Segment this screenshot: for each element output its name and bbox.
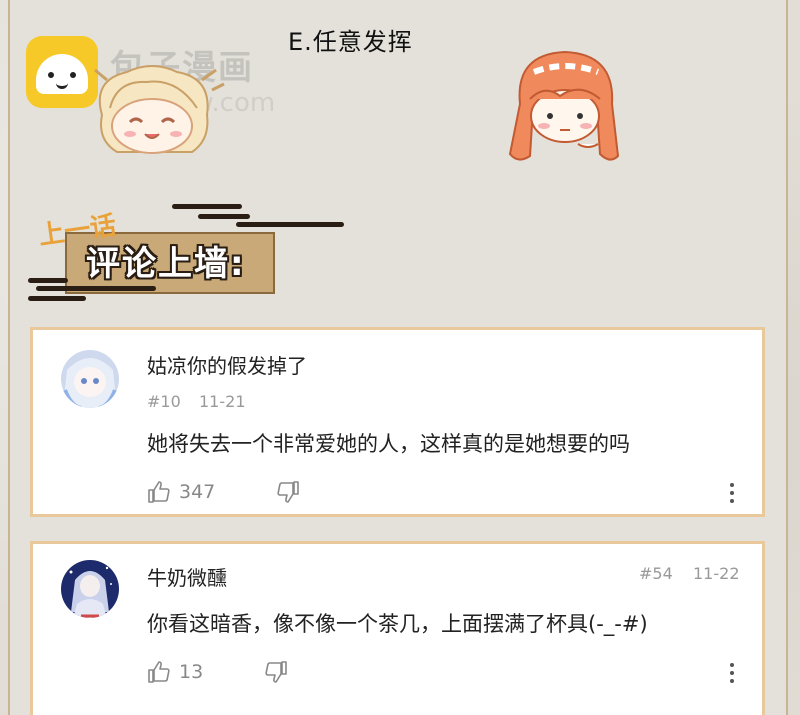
dislike-button[interactable] — [264, 660, 288, 684]
logo-eye-right — [70, 72, 76, 78]
like-count: 347 — [179, 481, 216, 503]
comment-date: 11-21 — [199, 392, 246, 411]
comment-text: 你看这暗香，像不像一个茶几，上面摆满了杯具(-_-#) — [147, 612, 648, 636]
banner-stroke — [28, 278, 68, 283]
comment-floor: #10 — [147, 392, 181, 411]
banner-title: 评论上墙: — [86, 244, 246, 284]
more-vertical-icon[interactable] — [730, 483, 734, 503]
comment-date: 11-22 — [693, 564, 740, 583]
dislike-button[interactable] — [276, 480, 300, 504]
thumbs-up-icon — [148, 481, 170, 503]
banner-stroke — [172, 204, 242, 209]
option-caption: E.任意发挥 — [288, 28, 413, 56]
like-count: 13 — [179, 661, 204, 683]
avatar-image — [61, 350, 119, 408]
chibi-orange-hair-illustration — [508, 50, 620, 161]
comment-username[interactable]: 牛奶微醺 — [147, 562, 227, 591]
more-vertical-icon[interactable] — [730, 663, 734, 683]
thumbs-up-icon — [148, 661, 170, 683]
banner-stroke — [28, 296, 86, 301]
thumbs-down-icon — [265, 661, 287, 683]
avatar-image — [61, 560, 119, 618]
comment-card: 牛奶微醺 #54 11-22 你看这暗香，像不像一个茶几，上面摆满了杯具(-_-… — [30, 541, 765, 715]
like-button[interactable]: 13 — [147, 660, 203, 684]
thumbs-down-icon — [277, 481, 299, 503]
comment-username[interactable]: 姑凉你的假发掉了 — [147, 350, 307, 379]
comment-floor: #54 — [639, 564, 673, 583]
avatar[interactable] — [61, 560, 119, 618]
chibi-blonde-illustration — [94, 65, 225, 154]
banner-stroke — [198, 214, 250, 219]
comment-text: 她将失去一个非常爱她的人，这样真的是她想要的吗 — [147, 432, 630, 456]
banner-stroke — [236, 222, 344, 227]
avatar[interactable] — [61, 350, 119, 408]
like-button[interactable]: 347 — [147, 480, 215, 504]
logo-eye-left — [48, 72, 54, 78]
comment-card: 姑凉你的假发掉了 #10 11-21 她将失去一个非常爱她的人，这样真的是她想要… — [30, 327, 765, 517]
banner-stroke — [36, 286, 156, 291]
